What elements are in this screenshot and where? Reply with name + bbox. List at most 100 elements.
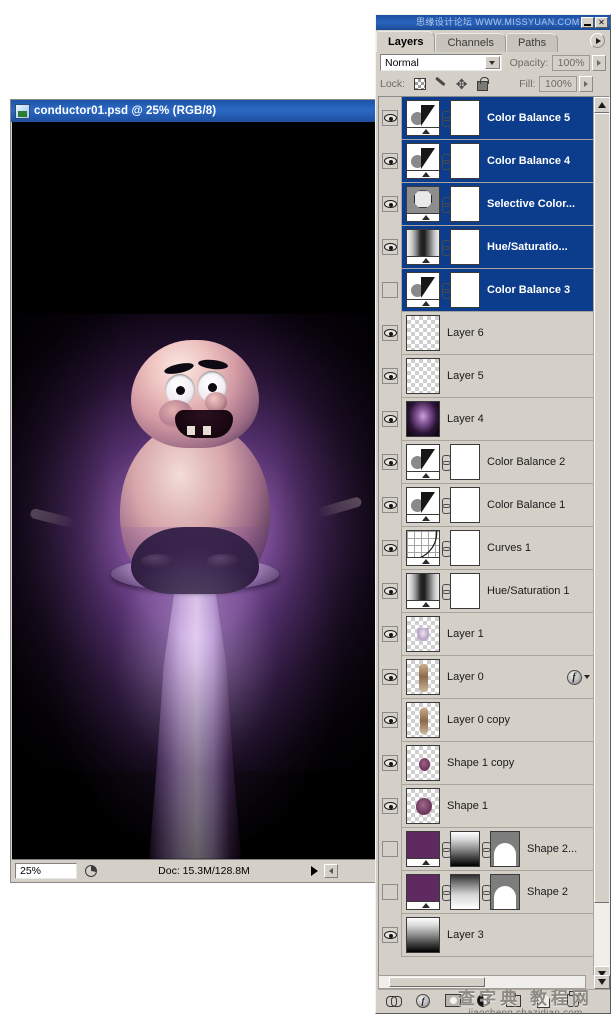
zoom-level-field[interactable]: 25% (15, 862, 77, 879)
layer-visibility-toggle[interactable] (379, 569, 402, 613)
layer-list-scrollbar[interactable] (593, 97, 609, 982)
link-icon[interactable] (440, 838, 451, 860)
layer-thumbnail[interactable] (406, 659, 440, 695)
scroll-up-arrow-icon[interactable] (594, 97, 609, 113)
layer-thumbnail[interactable] (406, 401, 440, 437)
lock-position-icon[interactable]: ✥ (453, 77, 470, 92)
layer-mask-thumbnail[interactable] (450, 186, 480, 222)
table-row[interactable]: Shape 2 (379, 870, 594, 914)
layer-visibility-toggle[interactable] (379, 397, 402, 441)
table-row[interactable]: Color Balance 3 (379, 268, 594, 312)
layer-visibility-toggle[interactable] (379, 784, 402, 828)
minimize-button[interactable] (581, 17, 594, 28)
lock-transparent-pixels-icon[interactable] (411, 77, 428, 92)
table-row[interactable]: Layer 5 (379, 354, 594, 398)
table-row[interactable]: Shape 1 (379, 784, 594, 828)
layer-mask-thumbnail[interactable] (450, 573, 480, 609)
scrollbar-thumb[interactable] (594, 113, 609, 903)
table-row[interactable]: Shape 1 copy (379, 741, 594, 785)
table-row[interactable]: Hue/Saturatio... (379, 225, 594, 269)
layer-visibility-toggle[interactable] (379, 612, 402, 656)
table-row[interactable]: Color Balance 2 (379, 440, 594, 484)
layer-mask-thumbnail[interactable] (450, 444, 480, 480)
layer-thumbnail[interactable] (406, 745, 440, 781)
table-row[interactable]: Hue/Saturation 1 (379, 569, 594, 613)
tab-channels[interactable]: Channels (435, 33, 506, 52)
palette-menu-icon[interactable] (590, 33, 605, 48)
layer-thumbnail[interactable] (406, 487, 440, 523)
layer-thumbnail[interactable] (406, 530, 440, 566)
layer-visibility-toggle[interactable] (379, 440, 402, 484)
layer-style-button[interactable]: f (408, 991, 438, 1011)
layer-visibility-toggle[interactable] (379, 182, 402, 226)
status-play-arrow-icon[interactable] (306, 863, 322, 879)
layer-visibility-toggle[interactable] (379, 741, 402, 785)
image-canvas[interactable] (12, 122, 378, 859)
add-layer-mask-button[interactable] (438, 991, 468, 1011)
table-row[interactable]: Layer 0 copy (379, 698, 594, 742)
lock-image-pixels-icon[interactable] (432, 77, 449, 92)
link-icon[interactable] (480, 838, 491, 860)
layer-thumbnail[interactable] (406, 831, 440, 867)
fill-slider-arrow-icon[interactable] (579, 76, 594, 92)
layer-thumbnail[interactable] (406, 229, 440, 265)
layer-mask-thumbnail[interactable] (450, 831, 480, 867)
layer-mask-thumbnail[interactable] (450, 487, 480, 523)
tab-paths[interactable]: Paths (505, 33, 559, 52)
table-row[interactable]: Shape 2... (379, 827, 594, 871)
link-layers-button[interactable] (378, 991, 408, 1011)
link-icon[interactable] (440, 494, 451, 516)
layer-visibility-toggle[interactable] (379, 97, 402, 140)
table-row[interactable]: Layer 0 f (379, 655, 594, 699)
table-row[interactable]: Selective Color... (379, 182, 594, 226)
layer-mask-thumbnail[interactable] (450, 874, 480, 910)
layer-thumbnail[interactable] (406, 874, 440, 910)
table-row[interactable]: Color Balance 1 (379, 483, 594, 527)
opacity-slider-arrow-icon[interactable] (592, 54, 607, 71)
layer-thumbnail[interactable] (406, 917, 440, 953)
delete-layer-button[interactable] (558, 991, 588, 1011)
link-icon[interactable] (440, 279, 451, 301)
doc-size-pie-icon[interactable] (80, 863, 102, 879)
link-icon[interactable] (440, 236, 451, 258)
new-layer-button[interactable] (528, 991, 558, 1011)
table-row[interactable]: Color Balance 4 (379, 139, 594, 183)
layer-thumbnail[interactable] (406, 272, 440, 308)
layer-list[interactable]: Color Balance 5 Color Balance 4 Selectiv… (379, 97, 594, 982)
layer-visibility-toggle[interactable] (379, 870, 402, 914)
layer-mask-thumbnail[interactable] (450, 272, 480, 308)
layer-visibility-toggle[interactable] (379, 225, 402, 269)
layer-mask-thumbnail[interactable] (450, 530, 480, 566)
layer-mask-thumbnail[interactable] (450, 229, 480, 265)
new-group-button[interactable] (498, 991, 528, 1011)
table-row[interactable]: Layer 3 (379, 913, 594, 957)
opacity-field[interactable]: 100% (552, 54, 591, 71)
layer-visibility-toggle[interactable] (379, 526, 402, 570)
horizontal-scrollbar[interactable] (378, 975, 610, 989)
horizontal-scroll-thumb[interactable] (389, 977, 485, 987)
layer-visibility-toggle[interactable] (379, 139, 402, 183)
new-adjustment-layer-button[interactable] (468, 991, 498, 1011)
layer-thumbnail[interactable] (406, 358, 440, 394)
close-button[interactable]: ✕ (595, 17, 608, 28)
layer-visibility-toggle[interactable] (379, 483, 402, 527)
link-icon[interactable] (440, 451, 451, 473)
layer-mask-thumbnail[interactable] (450, 100, 480, 136)
link-icon[interactable] (440, 193, 451, 215)
layer-thumbnail[interactable] (406, 444, 440, 480)
link-icon[interactable] (440, 107, 451, 129)
fill-field[interactable]: 100% (539, 76, 578, 92)
layer-visibility-toggle[interactable] (379, 354, 402, 398)
horizontal-scroll-track[interactable] (378, 975, 586, 989)
scroll-right-arrow-icon[interactable] (594, 975, 610, 989)
layer-visibility-toggle[interactable] (379, 268, 402, 312)
layer-visibility-toggle[interactable] (379, 698, 402, 742)
layer-thumbnail[interactable] (406, 788, 440, 824)
chevron-down-icon[interactable] (484, 56, 500, 69)
link-icon[interactable] (440, 580, 451, 602)
link-icon[interactable] (440, 537, 451, 559)
layer-thumbnail[interactable] (406, 315, 440, 351)
link-icon[interactable] (480, 881, 491, 903)
link-icon[interactable] (440, 150, 451, 172)
table-row[interactable]: Layer 6 (379, 311, 594, 355)
